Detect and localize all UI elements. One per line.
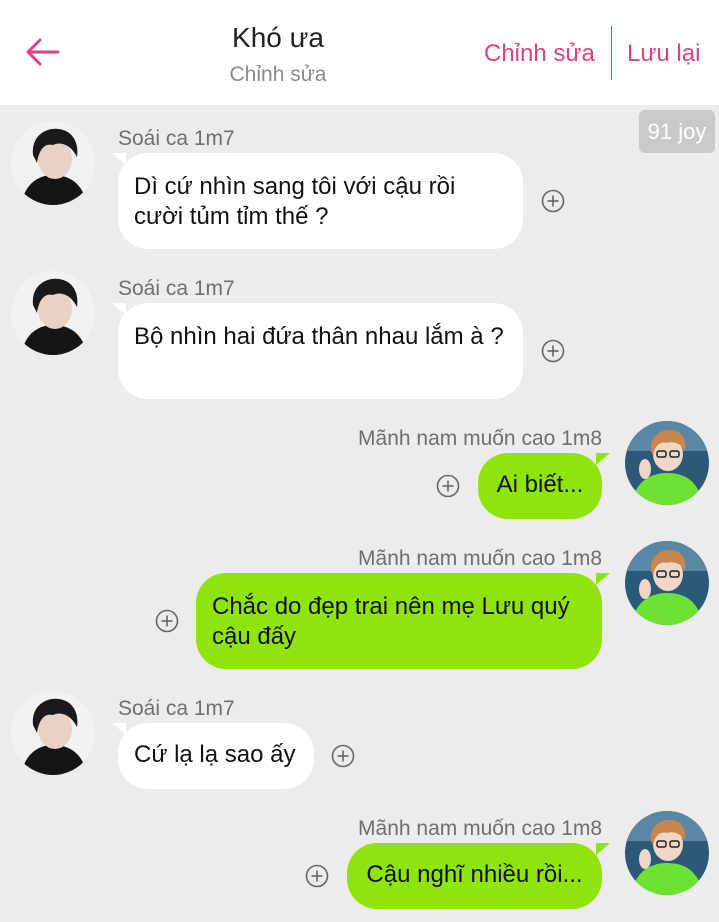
message-bubble[interactable]: Cứ lạ lạ sao ấy	[118, 723, 314, 789]
page-subtitle: Chỉnh sửa	[229, 63, 327, 86]
add-reaction-icon[interactable]	[436, 474, 460, 498]
save-button[interactable]: Lưu lại	[627, 40, 700, 68]
sender-name: Mãnh nam muốn cao 1m8	[358, 547, 602, 570]
sender-name: Soái ca 1m7	[118, 697, 235, 720]
edit-button[interactable]: Chỉnh sửa	[484, 40, 595, 68]
sender-name: Soái ca 1m7	[118, 277, 235, 300]
add-reaction-icon[interactable]	[331, 744, 355, 768]
avatar[interactable]	[625, 541, 709, 625]
header-divider	[611, 26, 612, 80]
bubble-tail	[596, 573, 610, 585]
add-reaction-icon[interactable]	[155, 609, 179, 633]
message-bubble[interactable]: Cậu nghĩ nhiều rồi...	[347, 843, 602, 909]
add-reaction-icon[interactable]	[541, 189, 565, 213]
sender-name: Mãnh nam muốn cao 1m8	[358, 427, 602, 450]
avatar[interactable]	[11, 691, 95, 775]
message-bubble[interactable]: Ai biết...	[478, 453, 602, 519]
message-bubble[interactable]: Dì cứ nhìn sang tôi với cậu rồi cười tủm…	[118, 153, 523, 249]
back-button[interactable]	[20, 32, 64, 76]
bubble-tail	[596, 453, 610, 465]
avatar[interactable]	[625, 421, 709, 505]
add-reaction-icon[interactable]	[541, 339, 565, 363]
arrow-left-icon	[26, 38, 60, 66]
top-bar: Khó ưa Chỉnh sửa Chỉnh sửa Lưu lại	[0, 0, 719, 105]
watermark: 91 joy	[639, 110, 715, 153]
add-reaction-icon[interactable]	[305, 864, 329, 888]
sender-name: Mãnh nam muốn cao 1m8	[358, 817, 602, 840]
page-title: Khó ưa	[232, 22, 324, 53]
message-bubble[interactable]: Bộ nhìn hai đứa thân nhau lắm à ?	[118, 303, 523, 399]
avatar[interactable]	[11, 271, 95, 355]
message-bubble[interactable]: Chắc do đẹp trai nên mẹ Lưu quý cậu đấy	[196, 573, 602, 669]
avatar[interactable]	[11, 121, 95, 205]
bubble-tail	[596, 843, 610, 855]
avatar[interactable]	[625, 811, 709, 895]
sender-name: Soái ca 1m7	[118, 127, 235, 150]
